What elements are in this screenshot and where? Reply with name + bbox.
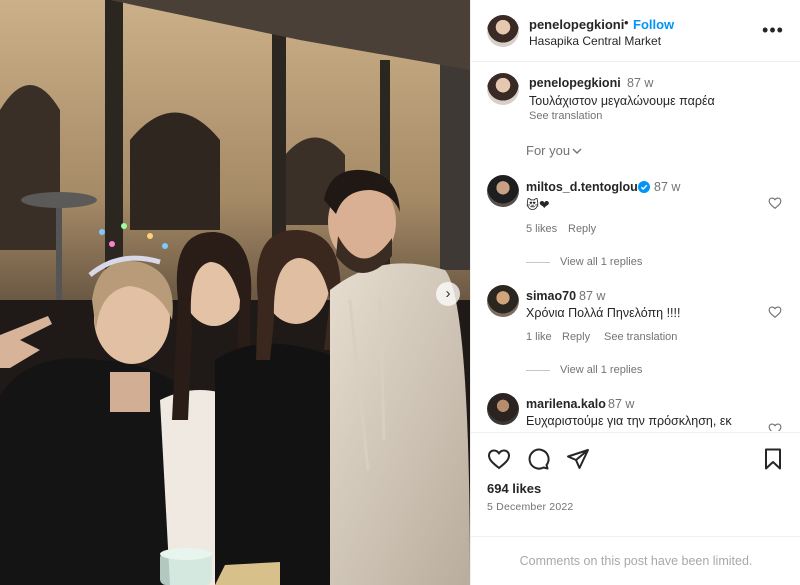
comment-username[interactable]: marilena.kalo (526, 397, 606, 411)
heart-icon[interactable] (768, 196, 782, 210)
caption-username[interactable]: penelopegkioni (529, 76, 621, 90)
likes-count[interactable]: 694 likes (487, 481, 541, 496)
post-header: penelopegkioni • Follow Hasapika Central… (471, 0, 800, 62)
view-replies-button[interactable]: View all 1 replies (560, 256, 642, 268)
comment-icon[interactable] (526, 447, 550, 471)
heart-icon[interactable] (768, 305, 782, 319)
comment-text: Ευχαριστούμε για την πρόσκληση, εκ (526, 414, 732, 428)
post-sidebar: penelopegkioni • Follow Hasapika Central… (470, 0, 800, 585)
post-date: 5 December 2022 (487, 501, 574, 513)
comment-text: Χρόνια Πολλά Πηνελόπη !!!! (526, 306, 681, 320)
comment-avatar[interactable] (487, 175, 519, 207)
comment-likes[interactable]: 1 like (526, 331, 552, 343)
header-separator: • (624, 15, 629, 30)
post-actions: 694 likes 5 December 2022 (471, 432, 800, 542)
chevron-down-icon[interactable] (571, 145, 583, 157)
author-username[interactable]: penelopegkioni (529, 17, 624, 32)
caption-avatar[interactable] (487, 73, 519, 105)
heart-icon[interactable] (487, 447, 511, 471)
comment-time: 87 w (608, 397, 635, 411)
comments-list[interactable]: penelopegkioni 87 w Τουλάχιστον μεγαλώνο… (471, 63, 800, 431)
verified-badge-icon (638, 181, 650, 193)
comment-sort-label[interactable]: For you (526, 143, 570, 158)
comment-see-translation[interactable]: See translation (604, 331, 677, 343)
post-photo[interactable]: › (0, 0, 470, 585)
view-replies-button[interactable]: View all 1 replies (560, 364, 642, 376)
comment-reply-button[interactable]: Reply (568, 223, 596, 235)
comment-reply-button[interactable]: Reply (562, 331, 590, 343)
replies-divider (526, 262, 550, 263)
comment-avatar[interactable] (487, 285, 519, 317)
share-icon[interactable] (566, 447, 590, 471)
comments-limited-text: Comments on this post have been limited. (519, 554, 753, 568)
post-location[interactable]: Hasapika Central Market (529, 34, 661, 48)
comment-time: 87 w (579, 289, 606, 303)
caption-see-translation[interactable]: See translation (529, 110, 602, 122)
comment-text: 😻❤ (526, 198, 550, 212)
chevron-right-icon: › (445, 284, 451, 302)
bookmark-icon[interactable] (761, 447, 785, 471)
instagram-post-view: › penelopegkioni • Follow Hasapika Centr… (0, 0, 800, 585)
follow-button[interactable]: Follow (633, 17, 674, 32)
heart-icon[interactable] (768, 422, 782, 431)
comment-username[interactable]: simao70 (526, 289, 576, 303)
next-photo-button[interactable]: › (436, 282, 460, 306)
comment-avatar[interactable] (487, 393, 519, 425)
comment-likes[interactable]: 5 likes (526, 223, 557, 235)
photo-illustration (0, 0, 470, 585)
comment-time: 87 w (654, 180, 681, 194)
more-options-icon[interactable]: ••• (762, 20, 783, 40)
author-avatar[interactable] (487, 15, 519, 47)
caption-time: 87 w (627, 76, 654, 90)
replies-divider (526, 370, 550, 371)
caption-text: Τουλάχιστον μεγαλώνουμε παρέα (529, 94, 715, 108)
comment-username[interactable]: miltos_d.tentoglou (526, 180, 638, 194)
comments-limited-notice: Comments on this post have been limited. (471, 536, 800, 585)
